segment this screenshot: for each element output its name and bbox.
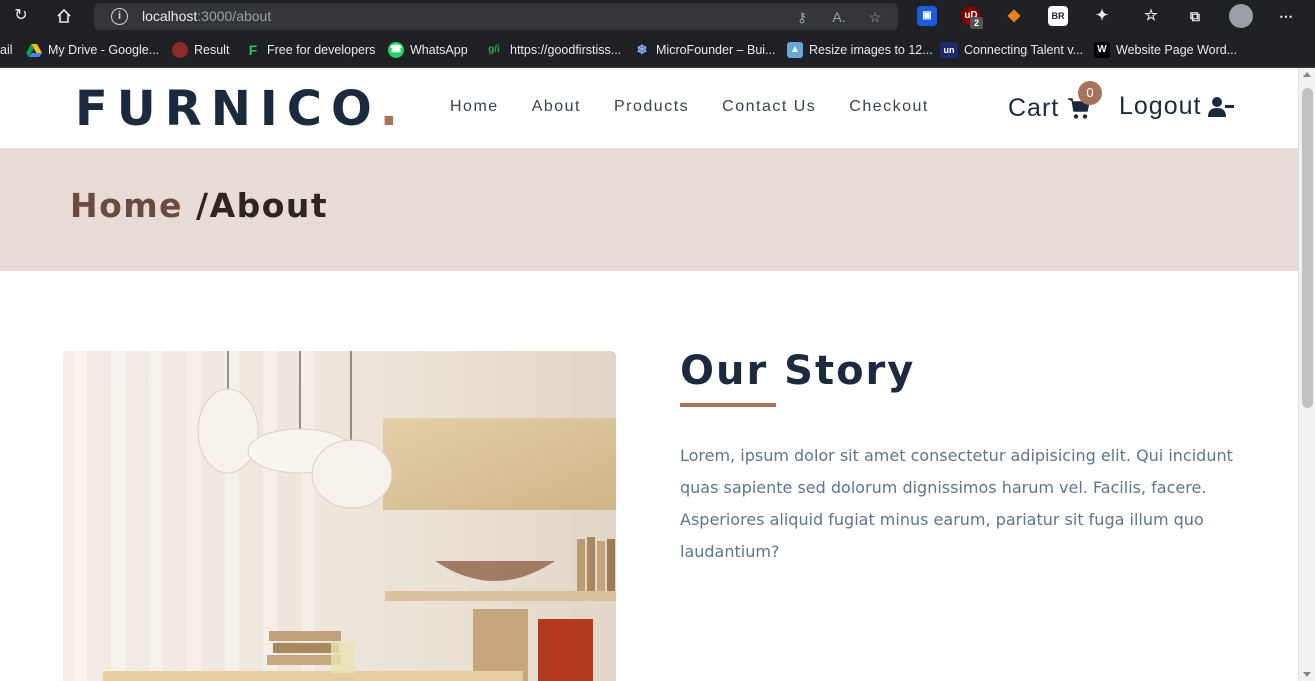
bitwarden-extension-icon[interactable]: ▣ xyxy=(917,6,937,26)
key-icon[interactable]: ⚷ xyxy=(792,7,812,27)
logout-link[interactable]: Logout xyxy=(1119,92,1235,121)
free-for-developers-icon: F xyxy=(248,42,258,58)
bookmark-item[interactable]: Result xyxy=(172,41,229,59)
nav-link-products[interactable]: Products xyxy=(614,98,689,116)
about-hero-image xyxy=(63,351,616,681)
address-bar[interactable]: i localhost:3000/about ⚷ A. ☆ xyxy=(94,3,898,30)
metamask-extension-icon[interactable]: ◆ xyxy=(1004,6,1024,26)
reload-icon[interactable]: ↻ xyxy=(9,5,33,27)
page-content: FURNICO. Home About Products Contact Us … xyxy=(0,68,1298,681)
br-extension-icon[interactable]: BR xyxy=(1048,6,1068,26)
extensions-icon[interactable]: ✦ xyxy=(1092,6,1112,26)
bookmark-item[interactable]: ▲ Resize images to 12... xyxy=(787,41,933,59)
goodfirstissue-icon: g/i xyxy=(488,44,500,55)
bookmark-item[interactable]: F Free for developers xyxy=(245,41,376,59)
profile-avatar-icon[interactable] xyxy=(1229,4,1253,28)
connecting-talent-icon: un xyxy=(940,42,958,58)
favorites-icon[interactable]: ☆ xyxy=(1141,6,1161,26)
page-scrollbar[interactable] xyxy=(1298,68,1315,681)
bookmarks-bar: ail My Drive - Google... Result F Free fo… xyxy=(0,33,1315,68)
site-navbar: FURNICO. Home About Products Contact Us … xyxy=(0,68,1298,148)
nav-links: Home About Products Contact Us Checkout xyxy=(450,98,962,116)
microfounder-icon: ❄ xyxy=(636,42,648,57)
logout-label: Logout xyxy=(1119,92,1202,120)
breadcrumb: Home /About xyxy=(70,186,328,225)
breadcrumb-banner: Home /About xyxy=(0,148,1298,271)
nav-link-contact[interactable]: Contact Us xyxy=(722,98,816,116)
cart-label: Cart xyxy=(1008,94,1060,122)
bookmark-item[interactable]: ❄ MicroFounder – Bui... xyxy=(634,41,776,59)
home-icon[interactable] xyxy=(52,5,76,27)
scroll-up-icon[interactable] xyxy=(1303,72,1311,77)
user-minus-icon xyxy=(1208,96,1235,117)
ublock-count-badge: 2 xyxy=(970,17,983,29)
heading-underline xyxy=(680,403,776,407)
breadcrumb-current: /About xyxy=(183,186,329,225)
bookmark-item[interactable]: ☎ WhatsApp xyxy=(388,41,468,59)
resize-images-icon: ▲ xyxy=(787,42,803,58)
read-aloud-icon[interactable]: A. xyxy=(829,7,849,27)
bookmark-item[interactable]: un Connecting Talent v... xyxy=(940,41,1083,59)
more-menu-icon[interactable]: ⋯ xyxy=(1276,6,1296,26)
collections-icon[interactable]: ⧉ xyxy=(1185,6,1205,26)
bookmark-item[interactable]: ail xyxy=(0,41,13,59)
bookmark-item[interactable]: W Website Page Word... xyxy=(1094,41,1237,59)
nav-link-about[interactable]: About xyxy=(532,98,581,116)
scroll-down-icon[interactable] xyxy=(1303,672,1311,677)
google-drive-icon xyxy=(26,42,42,58)
breadcrumb-home-link[interactable]: Home xyxy=(70,186,183,225)
site-info-icon[interactable]: i xyxy=(111,8,128,25)
bookmark-item[interactable]: My Drive - Google... xyxy=(26,41,159,59)
nav-link-home[interactable]: Home xyxy=(450,98,499,116)
result-icon xyxy=(172,42,188,58)
our-story-text: Lorem, ipsum dolor sit amet consectetur … xyxy=(680,446,1233,561)
scrollbar-thumb[interactable] xyxy=(1302,88,1313,408)
browser-toolbar: ↻ i localhost:3000/about ⚷ A. ☆ ▣ uD 2 ◆… xyxy=(0,0,1315,33)
url-text[interactable]: localhost:3000/about xyxy=(142,8,271,24)
our-story-heading: Our Story xyxy=(680,348,916,394)
website-page-word-icon: W xyxy=(1094,42,1110,58)
site-logo[interactable]: FURNICO. xyxy=(75,81,407,137)
whatsapp-icon: ☎ xyxy=(388,42,404,58)
add-favorite-icon[interactable]: ☆ xyxy=(865,7,885,27)
bookmark-item[interactable]: g/i https://goodfirstiss... xyxy=(484,41,621,59)
cart-count-badge: 0 xyxy=(1078,81,1102,105)
nav-link-checkout[interactable]: Checkout xyxy=(849,98,929,116)
